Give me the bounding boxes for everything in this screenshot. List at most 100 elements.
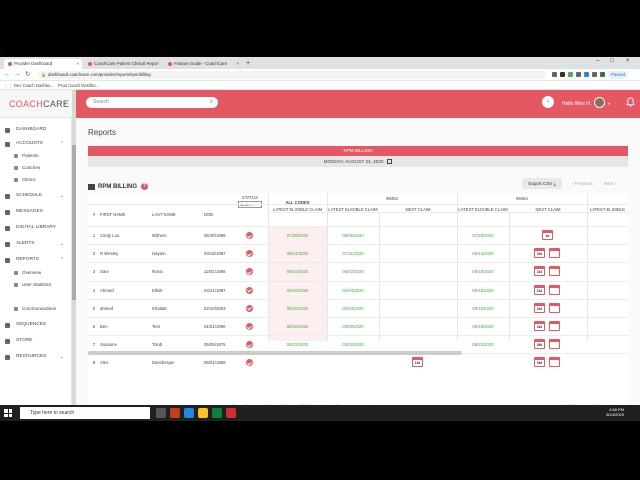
first-name-cell[interactable]: Alex xyxy=(100,360,108,365)
calendar-icon[interactable] xyxy=(549,248,560,259)
task-view-icon[interactable] xyxy=(156,408,166,418)
browser-tab[interactable]: Feature Guide - CoachCare × xyxy=(164,59,242,69)
last-name-cell[interactable]: Elkirk xyxy=(152,288,163,293)
previous-page-button[interactable]: ‹ Previous xyxy=(572,178,593,189)
last-name-cell[interactable]: Test xyxy=(152,324,160,329)
calendar-icon[interactable]: 22d xyxy=(534,302,545,313)
calendar-icon[interactable] xyxy=(549,321,560,331)
new-tab-icon[interactable]: + xyxy=(246,59,250,69)
calendar-icon[interactable]: 4d xyxy=(542,230,553,240)
last-name-cell[interactable]: Khattab xyxy=(152,306,167,311)
last-name-cell[interactable]: Withers xyxy=(152,233,167,238)
chrome-icon[interactable] xyxy=(212,408,222,418)
export-csv-button[interactable]: Export CSV ⤓ xyxy=(522,178,562,189)
last-name-cell[interactable]: Rossi xyxy=(152,269,163,274)
column-header[interactable]: DOB xyxy=(204,212,224,217)
close-window-icon[interactable]: × xyxy=(626,58,630,64)
calendar-icon[interactable]: 29d xyxy=(534,357,545,368)
first-name-cell[interactable]: Sam xyxy=(100,269,109,274)
chevron-down-icon[interactable]: ▾ xyxy=(608,90,610,118)
taskbar-search-input[interactable]: Type here to search xyxy=(20,407,150,419)
bookmark-item[interactable]: Dev Coach Dashbo... xyxy=(14,81,54,90)
url-field[interactable]: 🔒 dashboard.coachcare.com/provider/report… xyxy=(38,71,546,79)
close-tab-icon[interactable]: × xyxy=(236,59,239,69)
file-explorer-icon[interactable] xyxy=(198,408,208,418)
search-input[interactable]: Search ⌕ xyxy=(86,97,218,108)
calendar-icon[interactable]: 21d xyxy=(534,284,545,295)
extension-icon[interactable] xyxy=(576,72,581,77)
profile-paused-badge[interactable]: Paused xyxy=(608,71,629,79)
calendar-icon[interactable]: 28d xyxy=(534,339,545,350)
sidebar-item-digital-library[interactable]: DIGITAL LIBRARY xyxy=(0,222,72,234)
column-header[interactable]: FIRST NAME xyxy=(100,212,140,217)
last-name-cell[interactable]: Tolob xyxy=(152,342,162,347)
coachcare-logo[interactable]: COACHCARE ▾ xyxy=(0,90,72,118)
extension-icon[interactable] xyxy=(584,72,589,77)
sidebar-item-clinics[interactable]: Clinics xyxy=(0,174,72,186)
sidebar-item-store[interactable]: STORE xyxy=(0,335,72,347)
sidebar-item-accounts[interactable]: ACCOUNTS ⌃ xyxy=(0,138,72,150)
last-name-cell[interactable]: Danzberger xyxy=(152,360,174,365)
column-header[interactable]: LAST NAME xyxy=(152,212,192,217)
help-icon[interactable]: ? xyxy=(141,183,148,190)
sidebar-item-user-statistics[interactable]: User Statistics xyxy=(0,279,72,291)
sidebar-item-dashboard[interactable]: DASHBOARD xyxy=(0,124,72,136)
calendar-icon[interactable] xyxy=(549,339,560,350)
calendar-icon[interactable] xyxy=(549,284,560,295)
calendar-icon[interactable] xyxy=(549,266,560,277)
calendar-icon[interactable]: 21d xyxy=(534,266,545,277)
clock[interactable]: 4:58 PM 8/24/2020 xyxy=(596,407,624,417)
browser-tab[interactable]: Provider Dashboard × xyxy=(4,59,82,69)
calendar-icon[interactable] xyxy=(549,302,560,313)
first-name-cell[interactable]: R Wesley xyxy=(100,251,118,256)
calendar-icon[interactable]: 13d xyxy=(412,357,423,368)
minimize-icon[interactable]: – xyxy=(596,58,599,64)
forward-icon[interactable]: → xyxy=(14,71,21,79)
search-icon[interactable]: ⌕ xyxy=(210,97,213,108)
sidebar-item-coaches[interactable]: Coaches xyxy=(0,162,72,174)
avatar[interactable] xyxy=(594,97,605,108)
close-tab-icon[interactable]: × xyxy=(76,59,79,69)
extension-icon[interactable] xyxy=(552,72,557,77)
sidebar-item-schedule[interactable]: SCHEDULE ⌄ xyxy=(0,190,72,202)
calendar-icon[interactable]: 24d xyxy=(534,321,545,331)
sidebar-item-sequences[interactable]: SEQUENCES xyxy=(0,319,72,331)
sidebar-item-overview[interactable]: Overview xyxy=(0,267,72,279)
extension-icon[interactable] xyxy=(568,72,573,77)
edge-icon[interactable] xyxy=(184,408,194,418)
extension-icon[interactable] xyxy=(560,72,565,77)
sidebar-item-patients[interactable]: Patients xyxy=(0,150,72,162)
maximize-icon[interactable]: □ xyxy=(610,58,614,64)
next-page-button[interactable]: Next › xyxy=(604,178,616,189)
calendar-icon[interactable] xyxy=(387,159,393,165)
back-icon[interactable]: ← xyxy=(4,71,11,79)
user-greeting[interactable]: Hello Wes H. xyxy=(562,90,591,118)
calendar-icon[interactable]: 20d xyxy=(534,248,545,259)
first-name-cell[interactable]: ahmed xyxy=(100,306,113,311)
extension-icon[interactable] xyxy=(592,72,597,77)
extension-icon[interactable] xyxy=(600,72,605,77)
table-horizontal-scrollbar[interactable] xyxy=(88,351,462,355)
first-name-cell[interactable]: Cindy Lou xyxy=(100,233,119,238)
calendar-icon[interactable] xyxy=(549,357,560,368)
sidebar-item-alerts[interactable]: ALERTS ⌄ xyxy=(0,238,72,250)
browser-tab[interactable]: CoachCare Patient Clinical Repo × xyxy=(84,59,162,69)
sidebar-item-messages[interactable]: MESSAGES xyxy=(0,206,72,218)
sidebar-item-resources[interactable]: RESOURCES ⌄ xyxy=(0,351,72,363)
first-name-cell[interactable]: Susanne xyxy=(100,342,117,347)
notification-badge[interactable]: 1 xyxy=(542,96,554,108)
bell-icon[interactable] xyxy=(626,97,635,107)
close-tab-icon[interactable]: × xyxy=(156,59,159,69)
chevron-down-icon[interactable]: ▾ xyxy=(63,90,66,118)
powerpoint-icon[interactable] xyxy=(170,408,180,418)
first-name-cell[interactable]: Ahmed xyxy=(100,288,114,293)
date-picker[interactable]: MONDAY, AUGUST 24, 2020 xyxy=(88,156,628,167)
last-name-cell[interactable]: Hayton xyxy=(152,251,166,256)
windows-start-icon[interactable] xyxy=(4,409,12,417)
first-name-cell[interactable]: Ben xyxy=(100,324,108,329)
app-icon[interactable] xyxy=(226,408,236,418)
reload-icon[interactable]: ↻ xyxy=(25,71,30,79)
bookmark-item[interactable]: Prod Coach Dashbo... xyxy=(58,81,99,90)
sidebar-item-communications[interactable]: Communications xyxy=(0,303,72,315)
sidebar-item-reports[interactable]: REPORTS ⌃ xyxy=(0,254,72,266)
